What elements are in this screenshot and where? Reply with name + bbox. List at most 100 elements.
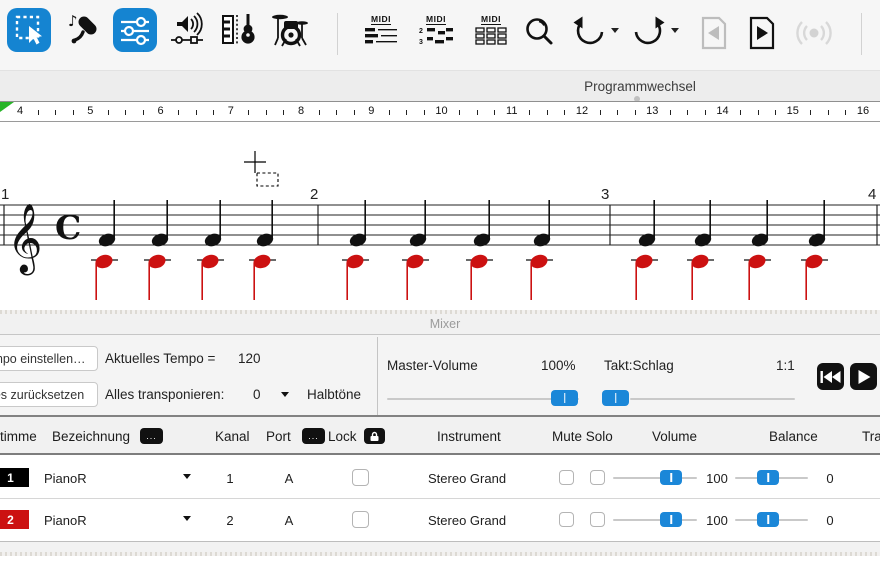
track-channel[interactable]: 1 <box>222 471 238 486</box>
midi-piano-roll-button[interactable]: MIDI 2 3 <box>416 14 456 54</box>
ruler-tick <box>564 110 565 115</box>
ruler-tick <box>336 110 337 115</box>
ruler-number: 16 <box>852 105 874 117</box>
beat-slider[interactable] <box>630 398 795 400</box>
track-solo-checkbox[interactable] <box>590 470 605 485</box>
svg-text:2: 2 <box>419 28 423 35</box>
undo-menu-arrow[interactable] <box>611 28 619 33</box>
midi-event-list-button[interactable]: MIDI <box>361 14 401 54</box>
page-forward-button[interactable] <box>744 14 780 52</box>
ruler-number: 6 <box>150 105 172 117</box>
master-volume-thumb[interactable] <box>551 390 578 406</box>
mixer-divider <box>377 337 378 415</box>
track-port[interactable]: A <box>282 513 296 528</box>
track-name-dropdown-arrow[interactable] <box>183 474 191 479</box>
tool-drums[interactable] <box>269 8 313 52</box>
header-stimme: timme <box>0 429 37 444</box>
track-volume-thumb[interactable] <box>660 470 682 485</box>
panel-title[interactable]: Programmwechsel <box>540 79 740 94</box>
track-balance-thumb[interactable] <box>757 470 779 485</box>
lock-all-button[interactable] <box>364 428 385 444</box>
track-port[interactable]: A <box>282 471 296 486</box>
ruler-tick <box>740 110 741 115</box>
ruler-tick <box>845 110 846 115</box>
track-balance-slider[interactable] <box>735 470 808 485</box>
track-lock-checkbox[interactable] <box>352 469 369 486</box>
zoom-button[interactable] <box>522 14 558 52</box>
splitter-grip[interactable] <box>0 552 880 556</box>
bezeichnung-options-button[interactable]: ... <box>140 428 163 444</box>
track-number: 1 <box>7 471 14 485</box>
track-name[interactable]: PianoR <box>44 471 87 486</box>
track-balance-value: 0 <box>823 471 837 486</box>
mixer-panel-header[interactable]: Mixer <box>0 314 880 334</box>
track-name-dropdown-arrow[interactable] <box>183 516 191 521</box>
track-lock-checkbox[interactable] <box>352 511 369 528</box>
ruler-tick <box>125 110 126 115</box>
tool-mixer[interactable] <box>113 8 157 52</box>
track-volume-thumb[interactable] <box>660 512 682 527</box>
toolbar-separator <box>337 13 338 55</box>
timeline-ruler[interactable]: 45678910111213141516 <box>0 101 880 122</box>
beat-slider-thumb[interactable] <box>602 390 629 406</box>
rewind-button[interactable] <box>817 363 844 390</box>
measure-number: 3 <box>601 186 609 203</box>
header-lock: Lock <box>328 429 357 444</box>
program-change-panel-header[interactable]: Programmwechsel <box>0 70 880 102</box>
transpose-all-label: Alles transponieren: <box>105 387 224 402</box>
ruler-tick <box>635 110 636 115</box>
current-tempo-value[interactable]: 120 <box>238 351 261 366</box>
track-balance-thumb[interactable] <box>757 512 779 527</box>
ruler-tick <box>389 110 390 115</box>
track-channel[interactable]: 2 <box>222 513 238 528</box>
track-balance-slider[interactable] <box>735 512 808 527</box>
transpose-dropdown-arrow[interactable] <box>281 392 289 397</box>
track-mute-checkbox[interactable] <box>559 470 574 485</box>
measure-number: 4 <box>868 186 876 203</box>
set-tempo-button[interactable]: mpo einstellen… <box>0 346 98 371</box>
undo-button[interactable] <box>570 14 608 52</box>
track-number-badge[interactable]: 2 <box>0 510 29 529</box>
app-window: ♪ <box>0 0 880 580</box>
redo-button[interactable] <box>630 14 668 52</box>
event-grid-icon <box>473 25 509 47</box>
ruler-tick <box>705 110 706 115</box>
ruler-tick <box>73 110 74 115</box>
undo-icon <box>570 14 608 52</box>
ruler-tick <box>319 110 320 115</box>
ruler-number: 5 <box>79 105 101 117</box>
ruler-tick <box>38 110 39 115</box>
midi-label: MIDI <box>481 14 501 25</box>
track-number-badge[interactable]: 1 <box>0 468 29 487</box>
tool-audio-routing[interactable] <box>166 8 210 52</box>
track-instrument[interactable]: Stereo Grand <box>428 513 506 528</box>
play-button[interactable] <box>850 363 877 390</box>
transpose-value[interactable]: 0 <box>253 387 261 402</box>
table-footer-band <box>0 541 880 552</box>
track-volume-slider[interactable] <box>613 512 697 527</box>
track-volume-slider[interactable] <box>613 470 697 485</box>
mixer-title[interactable]: Mixer <box>400 317 490 331</box>
header-kanal: Kanal <box>215 429 250 444</box>
reset-all-button[interactable]: es zurücksetzen <box>0 382 98 407</box>
toolbar-separator <box>861 13 862 55</box>
header-transpose: Tra <box>862 429 880 444</box>
ruler-number: 4 <box>9 105 31 117</box>
score-area[interactable]: 1234𝄞C <box>0 122 880 310</box>
midi-grid-button[interactable]: MIDI <box>471 14 511 54</box>
tool-record-mic[interactable]: ♪ <box>59 8 103 52</box>
skip-to-start-icon <box>820 370 841 384</box>
page-back-button[interactable] <box>696 14 732 52</box>
track-instrument[interactable]: Stereo Grand <box>428 471 506 486</box>
tool-selection[interactable] <box>7 8 51 52</box>
ruler-number: 10 <box>431 105 453 117</box>
broadcast-button[interactable] <box>792 14 836 52</box>
port-options-button[interactable]: ... <box>302 428 325 444</box>
redo-menu-arrow[interactable] <box>671 28 679 33</box>
piano-roll-icon: 2 3 <box>418 25 454 47</box>
track-name[interactable]: PianoR <box>44 513 87 528</box>
track-solo-checkbox[interactable] <box>590 512 605 527</box>
track-mute-checkbox[interactable] <box>559 512 574 527</box>
beat-label: Takt:Schlag <box>604 358 674 373</box>
tool-instruments[interactable] <box>217 8 261 52</box>
